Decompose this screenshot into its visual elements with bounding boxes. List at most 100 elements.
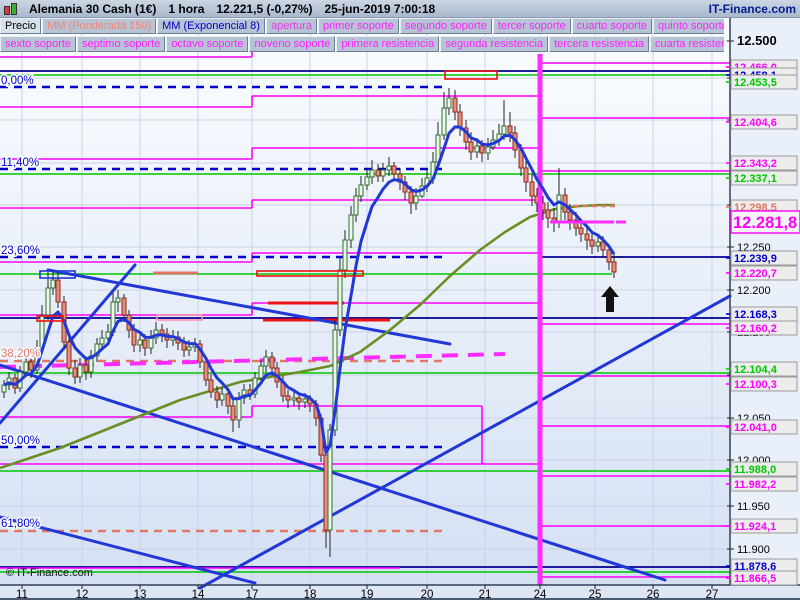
candle-body [186, 346, 192, 351]
candle-body [408, 191, 414, 204]
candle-body [142, 339, 148, 349]
fibonacci-label: 50,00% [1, 435, 40, 447]
indicator-button-octavo-soporte[interactable]: octavo soporte [166, 36, 249, 52]
candle-body [83, 364, 89, 373]
price-label: 12.100,3 [734, 379, 777, 391]
candle-body [556, 194, 562, 223]
indicator-button-cuarto-soporte[interactable]: cuarto soporte [571, 18, 653, 34]
candle-body [45, 287, 51, 316]
indicator-toolbar-row-1: Precio MM (Ponderada 150) MM (Exponencial … [0, 18, 724, 36]
candle-body [236, 397, 242, 421]
indicator-button-precio[interactable]: Precio [0, 18, 42, 34]
candle-body [474, 145, 480, 153]
y-tick-label: 12.500 [737, 33, 777, 48]
watermark: © IT-Finance.com [6, 567, 93, 579]
x-tick-label: 17 [246, 589, 259, 600]
indicator-button-primera-resistencia[interactable]: primera resistencia [336, 36, 440, 52]
candle-body [285, 395, 291, 401]
price-label: 11.866,5 [734, 573, 776, 585]
candle-body [181, 342, 187, 351]
indicator-button-apertura[interactable]: apertura [265, 18, 317, 34]
indicator-button-segunda-resistencia[interactable]: segunda resistencia [440, 36, 549, 52]
indicator-button-cuarta-resistencia[interactable]: cuarta resistencia [649, 36, 724, 52]
candle-body [23, 361, 29, 373]
candle-body [375, 169, 381, 177]
candle-body [485, 146, 491, 154]
candle-body [523, 167, 529, 183]
candle-body [203, 361, 209, 381]
candle-body [446, 97, 452, 109]
candle-body [567, 211, 573, 221]
indicator-button-tercera-resistencia[interactable]: tercera resistencia [549, 36, 649, 52]
x-tick-label: 14 [192, 589, 205, 600]
price-label: 11.982,2 [734, 479, 776, 491]
candle-body [545, 209, 551, 219]
x-tick-label: 21 [479, 589, 492, 600]
candle-body [468, 141, 474, 153]
candle-body [507, 125, 513, 134]
candle-body [296, 397, 302, 403]
candle-body [452, 97, 458, 113]
candle-body [258, 365, 264, 379]
price-label: 12.404,6 [734, 117, 777, 129]
candle-body [386, 165, 392, 171]
indicator-button-segundo-soporte[interactable]: segundo soporte [399, 18, 492, 34]
candle-body [611, 261, 617, 273]
price-label: 12.337,1 [734, 173, 777, 185]
candle-body [225, 393, 231, 407]
candle-body [501, 125, 507, 135]
indicator-button-septimo-soporte[interactable]: septimo soporte [77, 36, 166, 52]
y-tick-label: 11.950 [737, 501, 770, 513]
price-label: 11.924,1 [734, 521, 776, 533]
time-axis-panel [0, 585, 800, 600]
indicator-button-tercer-soporte[interactable]: tercer soporte [492, 18, 571, 34]
candle-body [214, 391, 220, 401]
indicator-button-sexto-soporte[interactable]: sexto soporte [0, 36, 77, 52]
candle-body [131, 329, 137, 346]
fibonacci-label: 23,60% [1, 245, 40, 257]
candle-body [66, 341, 72, 369]
indicator-button-quinto-soporte[interactable]: quinto soporte [653, 18, 724, 34]
x-tick-label: 20 [421, 589, 434, 600]
x-tick-label: 19 [361, 589, 374, 600]
candle-body [77, 364, 83, 378]
candle-body [148, 337, 154, 349]
price-label: 12.239,9 [734, 253, 777, 265]
x-tick-label: 18 [304, 589, 317, 600]
indicator-button-mm-exponencial-8-[interactable]: MM (Exponencial 8) [157, 18, 265, 34]
candle-body [337, 269, 343, 331]
plot-background[interactable] [0, 18, 730, 585]
chart-window: { "window": { "title": "Alemania 30 Cash… [0, 0, 800, 600]
x-tick-label: 26 [647, 589, 660, 600]
candle-body [1, 384, 7, 393]
current-price-label: 12.281,8 [733, 214, 797, 232]
candle-body [529, 181, 535, 197]
y-tick-label: 12.200 [737, 285, 771, 297]
indicator-button-noveno-soporte[interactable]: noveno soporte [249, 36, 336, 52]
candle-body [50, 279, 56, 289]
candle-body [578, 227, 584, 235]
fibonacci-label: 11,40% [1, 157, 39, 169]
x-tick-label: 13 [134, 589, 147, 600]
candle-body [364, 176, 370, 186]
price-label: 12.041,0 [734, 422, 777, 434]
candle-body [606, 249, 612, 263]
candle-body [457, 111, 463, 129]
indicator-toolbar-row-2: sexto soporte septimo soporte octavo sopor… [0, 36, 724, 54]
candle-body [115, 297, 121, 303]
fibonacci-label: 61,80% [1, 518, 40, 530]
y-tick-label: 11.900 [737, 544, 770, 556]
indicator-button-primer-soporte[interactable]: primer soporte [317, 18, 399, 34]
candle-body [263, 356, 269, 367]
fibonacci-label: 0,00% [1, 75, 34, 87]
candle-body [342, 239, 348, 271]
chart-canvas[interactable]: 0,00% 11,40% 23,60% 38,20% 50,00% 61,80% 12.50… [0, 0, 800, 600]
candle-body [269, 356, 275, 369]
price-label: 12.453,5 [734, 77, 777, 89]
price-label: 12.160,2 [734, 323, 777, 335]
candle-body [413, 195, 419, 204]
price-label: 12.220,7 [734, 268, 777, 280]
fibonacci-label: 38,20% [1, 348, 40, 360]
indicator-button-mm-ponderada-150-[interactable]: MM (Ponderada 150) [42, 18, 157, 34]
price-label: 12.343,2 [734, 158, 777, 170]
